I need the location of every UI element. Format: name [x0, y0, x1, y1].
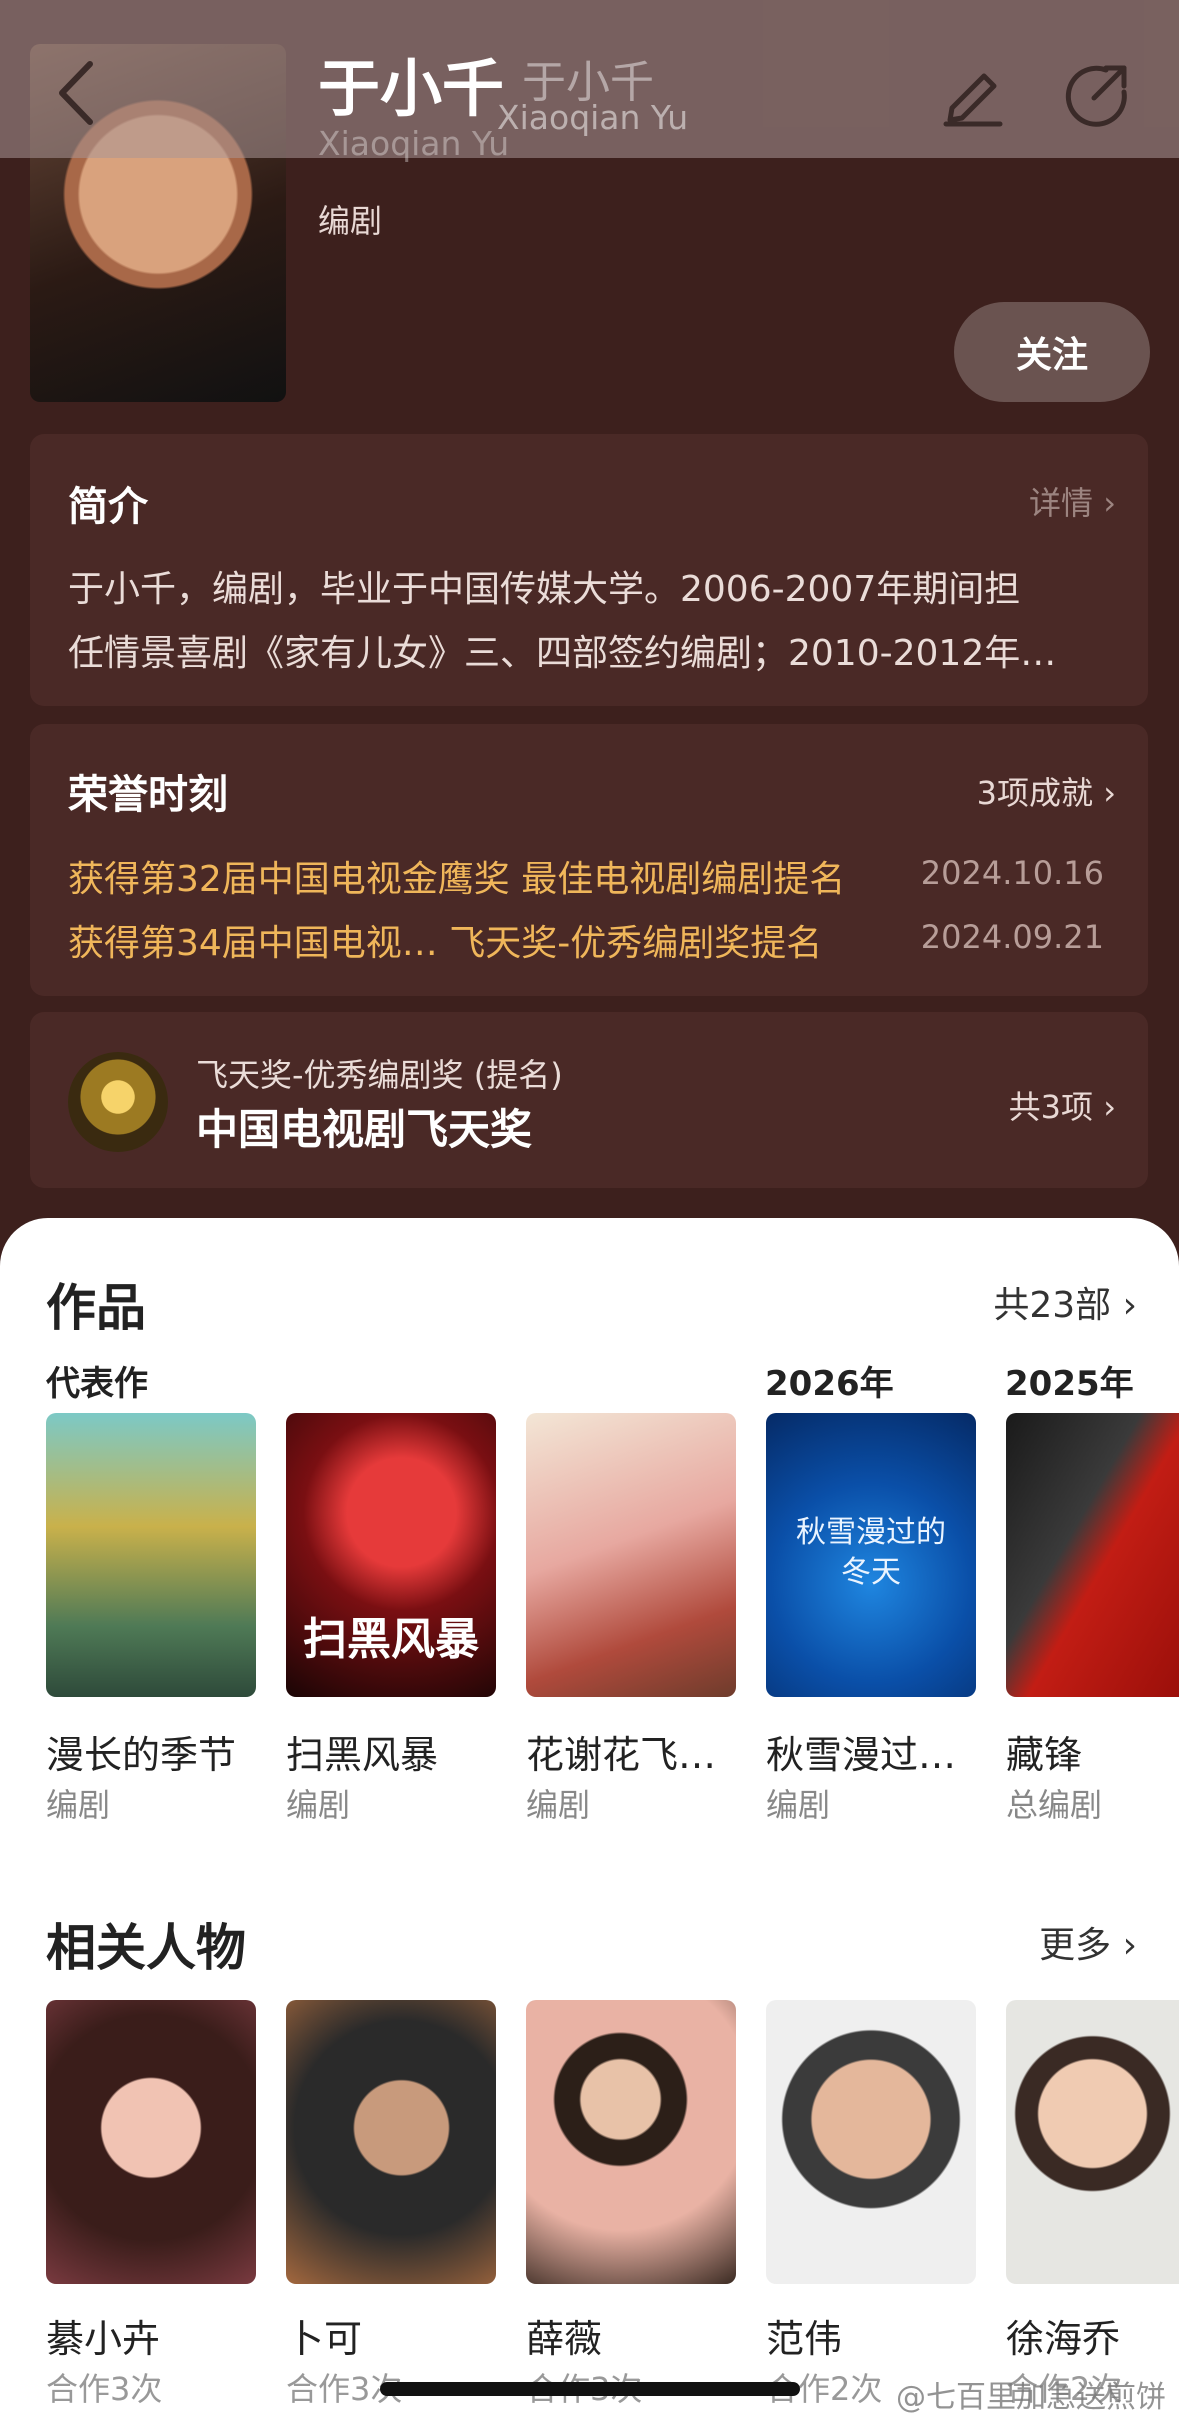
work-poster-4[interactable]: 秋雪漫过的冬天 — [766, 1413, 976, 1697]
person-photo-3[interactable] — [526, 2000, 736, 2284]
work-name-2[interactable]: 扫黑风暴 — [286, 1724, 438, 1779]
person-count-1: 合作3次 — [46, 2370, 163, 2408]
honor-date-1: 2024.10.16 — [920, 854, 1104, 892]
award-title: 中国电视剧飞天奖 — [196, 1105, 533, 1154]
person-name-5[interactable]: 徐海乔 — [1006, 2308, 1120, 2363]
person-name-3[interactable]: 薛薇 — [526, 2308, 602, 2363]
work-role-3: 编剧 — [526, 1786, 591, 1824]
honor-item-1: 获得第32届中国电视金鹰奖 最佳电视剧编剧提名 — [68, 859, 846, 900]
work-poster-2-text: 扫黑风暴 — [303, 1614, 479, 1665]
work-name-4[interactable]: 秋雪漫过… — [766, 1724, 956, 1779]
honors-card[interactable]: 荣誉时刻 3项成就 › 获得第32届中国电视金鹰奖 最佳电视剧编剧提名 2024… — [30, 724, 1148, 996]
person-photo-2[interactable] — [286, 2000, 496, 2284]
work-role-4: 编剧 — [766, 1786, 831, 1824]
honors-link[interactable]: 3项成就 › — [977, 768, 1116, 814]
intro-detail-link[interactable]: 详情 › — [1029, 478, 1116, 524]
work-poster-1[interactable] — [46, 1413, 256, 1697]
profile-role: 编剧 — [318, 202, 383, 240]
follow-button[interactable]: 关注 — [954, 302, 1150, 402]
work-role-5: 总编剧 — [1006, 1786, 1103, 1824]
work-name-1[interactable]: 漫长的季节 — [46, 1724, 236, 1779]
person-photo-4[interactable] — [766, 2000, 976, 2284]
work-poster-4-text: 秋雪漫过的冬天 — [796, 1515, 946, 1590]
work-poster-3[interactable] — [526, 1413, 736, 1697]
work-poster-2[interactable]: 扫黑风暴 — [286, 1413, 496, 1697]
intro-line-2: 任情景喜剧《家有儿女》三、四部签约编剧；2010-2012年… — [68, 633, 1057, 674]
trophy-icon — [68, 1052, 168, 1152]
profile-name-en: Xiaoqian Yu — [318, 124, 510, 163]
back-arrow-icon[interactable] — [52, 58, 102, 128]
profile-name-en-faded: Xiaoqian Yu — [497, 98, 689, 137]
honor-date-2: 2024.09.21 — [920, 918, 1104, 956]
intro-line-1: 于小千，编剧，毕业于中国传媒大学。2006-2007年期间担 — [68, 569, 1021, 610]
works-head-2026: 2026年 — [765, 1364, 894, 1404]
award-card[interactable]: 飞天奖-优秀编剧奖 (提名) 中国电视剧飞天奖 共3项 › — [30, 1012, 1148, 1188]
share-icon[interactable] — [1062, 62, 1132, 128]
content-sheet: 作品 共23部 › 代表作 2026年 2025年 扫黑风暴 秋雪漫过的冬天 漫… — [0, 1218, 1179, 2422]
work-poster-5[interactable] — [1006, 1413, 1179, 1697]
works-head-representative: 代表作 — [46, 1364, 148, 1404]
work-name-5[interactable]: 藏锋 — [1006, 1724, 1082, 1779]
person-name-4[interactable]: 范伟 — [766, 2308, 842, 2363]
works-count-link[interactable]: 共23部 › — [993, 1276, 1137, 1328]
work-role-1: 编剧 — [46, 1786, 111, 1824]
work-name-3[interactable]: 花谢花飞… — [526, 1724, 716, 1779]
person-photo-1[interactable] — [46, 2000, 256, 2284]
person-name-1[interactable]: 綦小卉 — [46, 2308, 160, 2363]
award-count[interactable]: 共3项 › — [1009, 1082, 1116, 1128]
intro-text: 于小千，编剧，毕业于中国传媒大学。2006-2007年期间担 任情景喜剧《家有儿… — [68, 558, 1118, 686]
works-head-2025: 2025年 — [1005, 1364, 1134, 1404]
work-role-2: 编剧 — [286, 1786, 351, 1824]
honor-item-2: 获得第34届中国电视… 飞天奖-优秀编剧奖提名 — [68, 923, 823, 964]
watermark: @七百里加急送煎饼 — [896, 2380, 1166, 2415]
profile-hero: 编剧 关注 简介 详情 › 于小千，编剧，毕业于中国传媒大学。2006-2007… — [0, 0, 1179, 1260]
top-bar: 于小千 于小千 Xiaoqian Yu Xiaoqian Yu — [0, 0, 1179, 163]
intro-title: 简介 — [68, 484, 148, 530]
intro-card[interactable]: 简介 详情 › 于小千，编剧，毕业于中国传媒大学。2006-2007年期间担 任… — [30, 434, 1148, 706]
edit-pencil-icon[interactable] — [940, 62, 1006, 128]
people-title: 相关人物 — [46, 1919, 246, 1977]
home-indicator[interactable] — [380, 2382, 800, 2396]
honors-title: 荣誉时刻 — [68, 772, 228, 818]
profile-name: 于小千 — [318, 52, 505, 125]
person-photo-5[interactable] — [1006, 2000, 1179, 2284]
person-name-2[interactable]: 卜可 — [286, 2308, 362, 2363]
award-subtitle: 飞天奖-优秀编剧奖 (提名) — [196, 1056, 563, 1094]
works-title: 作品 — [46, 1279, 146, 1337]
people-more-link[interactable]: 更多 › — [1039, 1916, 1137, 1968]
